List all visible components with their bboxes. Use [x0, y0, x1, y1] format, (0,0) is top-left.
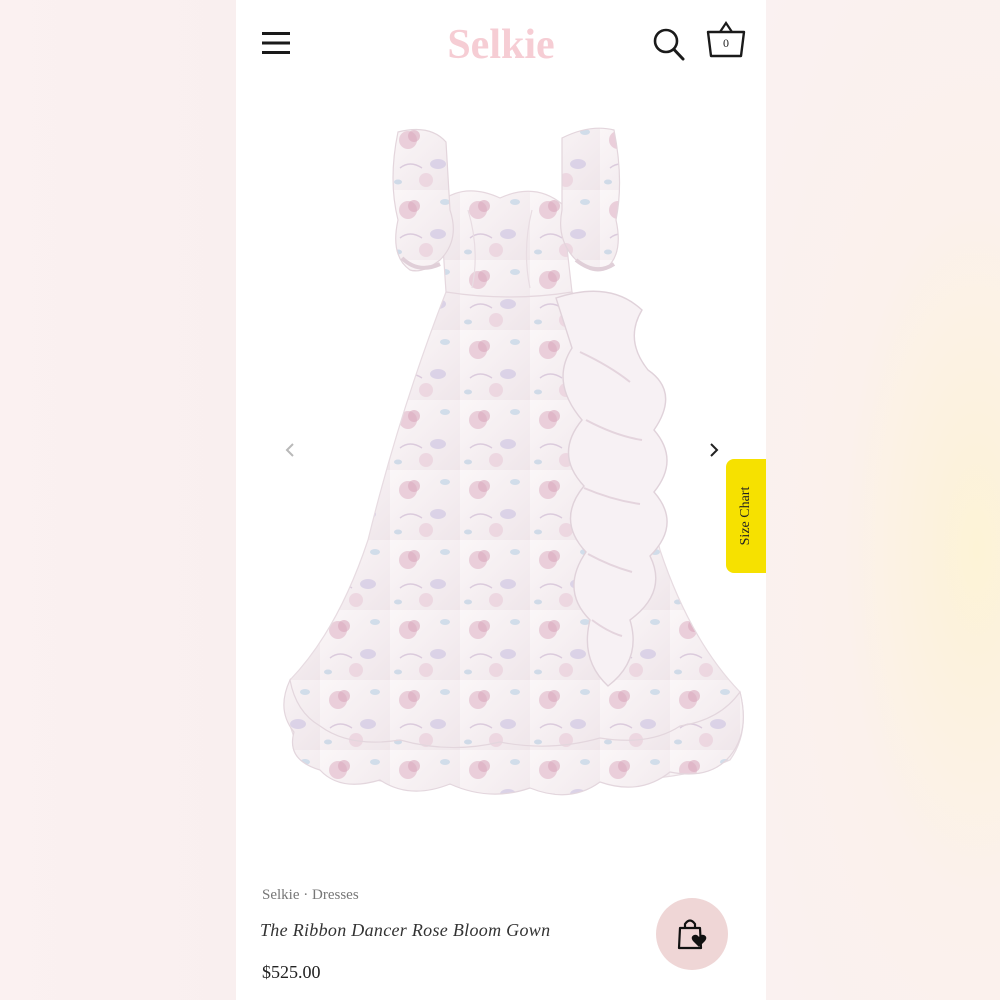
breadcrumb-brand-link[interactable]: Selkie	[262, 887, 300, 903]
size-chart-button[interactable]: Size Chart	[726, 459, 766, 573]
product-title: The Ribbon Dancer Rose Bloom Gown	[260, 920, 551, 940]
selkie-logo[interactable]: Selkie	[406, 12, 596, 74]
mobile-screen: Selkie 0 Size Chart Selkie · Dresses The…	[236, 0, 766, 1000]
size-chart-label: Size Chart	[738, 486, 753, 546]
search-icon[interactable]	[652, 26, 686, 62]
background-left	[0, 0, 236, 1000]
product-image-dress[interactable]	[250, 120, 750, 800]
shopping-bag-heart-icon	[677, 919, 707, 950]
breadcrumb-separator: ·	[303, 887, 309, 903]
chevron-left-icon[interactable]	[280, 438, 300, 462]
cart-count-badge[interactable]: 0	[706, 36, 746, 51]
breadcrumb-category-link[interactable]: Dresses	[312, 887, 359, 903]
site-header: Selkie 0	[236, 0, 766, 88]
product-price: $525.00	[262, 962, 321, 982]
logo-text: Selkie	[447, 22, 554, 68]
background-right	[766, 0, 1000, 1000]
wishlist-bag-button[interactable]	[656, 898, 728, 970]
hamburger-menu-icon[interactable]	[260, 28, 292, 58]
chevron-right-icon[interactable]	[704, 438, 724, 462]
breadcrumb: Selkie · Dresses	[262, 887, 359, 904]
